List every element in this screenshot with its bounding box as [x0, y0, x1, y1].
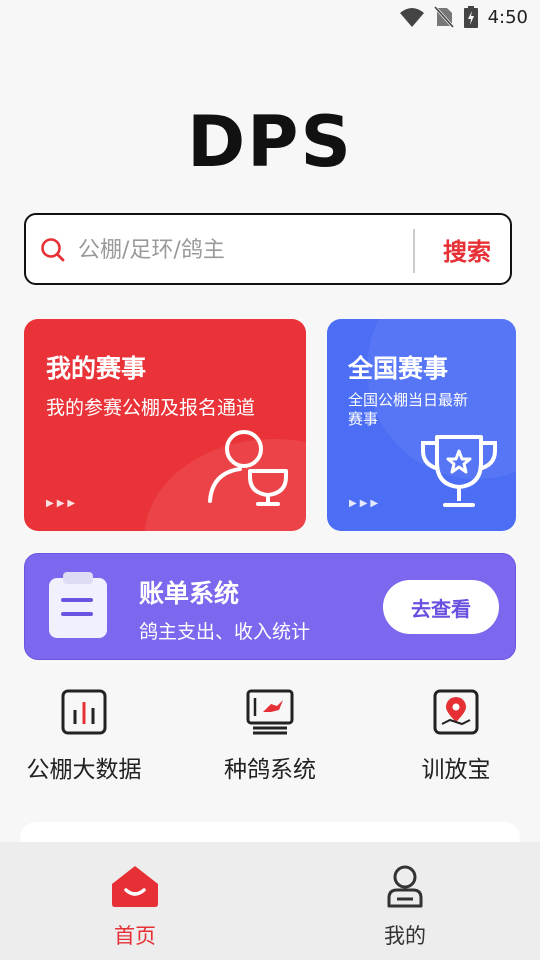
my-events-card[interactable]: 我的赛事 我的参赛公棚及报名通道 ▶▶▶ — [24, 319, 306, 531]
tab-mine-label: 我的 — [384, 924, 426, 948]
wifi-icon — [399, 8, 424, 27]
status-icons: 4:50 — [399, 6, 528, 28]
tool-breeding-system[interactable]: 种鸽系统 — [190, 688, 350, 784]
search-divider — [413, 229, 415, 273]
dps-logo: DPS — [187, 108, 353, 170]
my-events-title: 我的赛事 — [46, 354, 147, 383]
battery-charging-icon — [463, 6, 478, 28]
clipboard-icon — [49, 572, 107, 638]
tool-loft-big-data[interactable]: 公棚大数据 — [4, 688, 164, 784]
bill-subtitle: 鸽主支出、收入统计 — [139, 621, 311, 643]
search-bar: 搜索 — [24, 213, 512, 285]
bill-title: 账单系统 — [139, 579, 240, 608]
tab-mine[interactable]: 我的 — [345, 864, 465, 950]
pigeon-monitor-icon — [246, 689, 294, 735]
no-sim-icon — [433, 6, 454, 28]
tool-label: 公棚大数据 — [26, 757, 142, 783]
bill-system-card[interactable]: 账单系统 鸽主支出、收入统计 去查看 — [24, 553, 516, 660]
national-events-title: 全国赛事 — [348, 354, 449, 383]
person-trophy-icon — [208, 430, 288, 506]
tool-training-release[interactable]: 训放宝 — [376, 688, 536, 784]
arrows-icon: ▶▶▶ — [349, 498, 382, 509]
tools-row: 公棚大数据 种鸽系统 训放宝 — [0, 688, 540, 788]
bar-chart-icon — [61, 689, 107, 735]
search-input[interactable] — [76, 225, 410, 275]
status-bar: 4:50 — [0, 0, 540, 36]
tool-label: 种鸽系统 — [224, 757, 316, 783]
trophy-icon — [421, 435, 497, 507]
national-events-card[interactable]: 全国赛事 全国公棚当日最新赛事 ▶▶▶ — [327, 319, 516, 531]
national-events-subtitle: 全国公棚当日最新赛事 — [348, 391, 469, 428]
user-icon — [387, 865, 423, 908]
home-icon — [112, 866, 158, 907]
logo-text: DPS — [187, 108, 353, 170]
tab-home[interactable]: 首页 — [75, 864, 195, 950]
bottom-tab-bar: 首页 我的 — [0, 842, 540, 960]
my-events-subtitle: 我的参赛公棚及报名通道 — [46, 397, 256, 419]
app-logo: DPS — [0, 108, 540, 170]
tab-home-label: 首页 — [114, 924, 156, 948]
search-button[interactable]: 搜索 — [424, 225, 510, 273]
view-bill-button[interactable]: 去查看 — [383, 580, 499, 634]
map-pin-icon — [433, 689, 479, 735]
search-icon — [41, 238, 65, 262]
tool-label: 训放宝 — [421, 757, 491, 783]
status-time: 4:50 — [487, 6, 528, 28]
arrows-icon: ▶▶▶ — [46, 498, 79, 509]
